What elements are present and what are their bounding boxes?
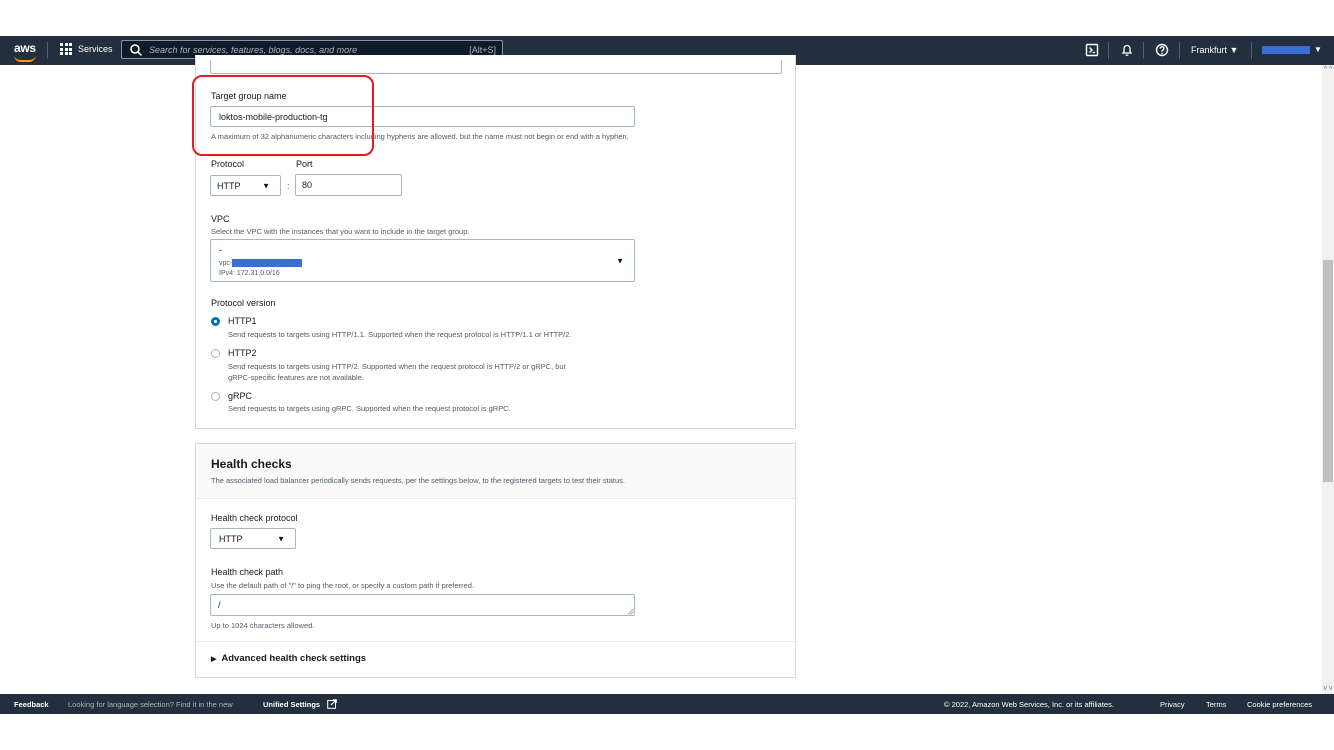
nav-divider xyxy=(1179,42,1180,59)
advanced-health-check-expander[interactable]: ▶ Advanced health check settings xyxy=(211,653,366,664)
vpc-description: Select the VPC with the instances that y… xyxy=(211,227,470,236)
services-menu-button[interactable]: Services xyxy=(60,43,113,55)
nav-divider xyxy=(1108,42,1109,59)
radio-http2-label[interactable]: HTTP2 xyxy=(228,348,257,358)
search-input[interactable] xyxy=(143,43,470,56)
protocol-select[interactable]: HTTP ▼ xyxy=(210,175,281,196)
vpc-selected-name: - xyxy=(219,245,222,255)
radio-http2-description: Send requests to targets using HTTP/2. S… xyxy=(228,362,566,371)
cloudshell-icon[interactable] xyxy=(1085,43,1099,57)
terms-link[interactable]: Terms xyxy=(1206,700,1226,709)
vpc-id-prefix: vpc- xyxy=(219,259,233,267)
radio-http1-description: Send requests to targets using HTTP/1.1.… xyxy=(228,330,572,339)
caret-right-icon: ▶ xyxy=(211,655,217,663)
nav-divider xyxy=(1251,42,1252,59)
port-label: Port xyxy=(296,159,313,169)
vpc-selected-id: vpc- xyxy=(219,259,303,267)
search-shortcut: [Alt+S] xyxy=(469,44,496,55)
cookie-preferences-link[interactable]: Cookie preferences xyxy=(1247,700,1312,709)
health-check-protocol-select[interactable]: HTTP ▼ xyxy=(210,528,296,549)
vpc-label: VPC xyxy=(211,214,230,224)
health-check-path-description: Use the default path of "/" to ping the … xyxy=(211,581,474,590)
help-icon[interactable] xyxy=(1155,43,1169,57)
radio-http1-label[interactable]: HTTP1 xyxy=(228,316,257,326)
unified-settings-link[interactable]: Unified Settings xyxy=(263,700,320,709)
feedback-link[interactable]: Feedback xyxy=(14,700,49,709)
aws-logo-smile xyxy=(14,55,36,62)
nav-divider xyxy=(47,42,48,59)
vpc-select[interactable]: - vpc- IPv4: 172.31.0.0/16 ▼ xyxy=(210,239,635,282)
health-check-path-hint: Up to 1024 characters allowed. xyxy=(211,621,315,630)
health-checks-header xyxy=(196,444,795,499)
vpc-selected-cidr: IPv4: 172.31.0.0/16 xyxy=(219,270,280,277)
privacy-link[interactable]: Privacy xyxy=(1160,700,1185,709)
radio-grpc-label[interactable]: gRPC xyxy=(228,391,252,401)
footer: Feedback Looking for language selection?… xyxy=(0,694,1334,714)
health-check-protocol-value: HTTP xyxy=(219,533,243,544)
health-check-path-input[interactable]: / xyxy=(210,594,635,616)
caret-down-icon: ▼ xyxy=(616,256,624,265)
radio-http1[interactable] xyxy=(211,317,220,326)
health-check-path-label: Health check path xyxy=(211,567,284,577)
protocol-version-label: Protocol version xyxy=(211,298,276,308)
radio-grpc[interactable] xyxy=(211,392,220,401)
account-name-redacted[interactable] xyxy=(1262,46,1310,54)
port-separator: : xyxy=(287,181,290,191)
account-caret-icon[interactable]: ▼ xyxy=(1314,45,1322,54)
search-icon xyxy=(130,43,143,56)
health-checks-description: The associated load balancer periodicall… xyxy=(211,476,625,485)
external-link-icon[interactable] xyxy=(327,699,337,709)
language-text: Looking for language selection? Find it … xyxy=(68,700,233,709)
divider xyxy=(196,641,795,642)
scroll-thumb[interactable] xyxy=(1323,260,1333,482)
health-check-protocol-label: Health check protocol xyxy=(211,513,298,523)
scroll-down-icon[interactable]: v v xyxy=(1322,685,1334,692)
port-input[interactable]: 80 xyxy=(295,174,402,196)
annotation-highlight-box xyxy=(192,75,374,156)
protocol-select-value: HTTP xyxy=(217,180,241,191)
radio-http2-description-line2: gRPC-specific features are not available… xyxy=(228,373,364,382)
radio-http2[interactable] xyxy=(211,349,220,358)
region-selector[interactable]: Frankfurt ▼ xyxy=(1191,45,1238,55)
advanced-health-check-label: Advanced health check settings xyxy=(221,653,367,664)
radio-grpc-description: Send requests to targets using gRPC. Sup… xyxy=(228,404,511,413)
previous-field-bottom xyxy=(210,60,782,74)
health-checks-title: Health checks xyxy=(211,457,292,471)
region-label: Frankfurt xyxy=(1191,45,1228,55)
resize-handle-icon[interactable] xyxy=(627,608,634,615)
caret-down-icon: ▼ xyxy=(262,181,270,190)
vpc-id-redacted xyxy=(232,259,303,267)
caret-down-icon: ▼ xyxy=(277,534,285,543)
protocol-label: Protocol xyxy=(211,159,245,169)
copyright-text: © 2022, Amazon Web Services, Inc. or its… xyxy=(944,700,1114,709)
page-scrollbar[interactable]: ^ ^ v v xyxy=(1322,65,1334,694)
bell-icon[interactable] xyxy=(1120,43,1134,57)
services-label: Services xyxy=(78,44,113,54)
aws-logo[interactable]: aws xyxy=(14,41,36,55)
services-grid-icon xyxy=(60,43,72,55)
scroll-up-icon[interactable]: ^ ^ xyxy=(1322,66,1334,73)
nav-divider xyxy=(1143,42,1144,59)
